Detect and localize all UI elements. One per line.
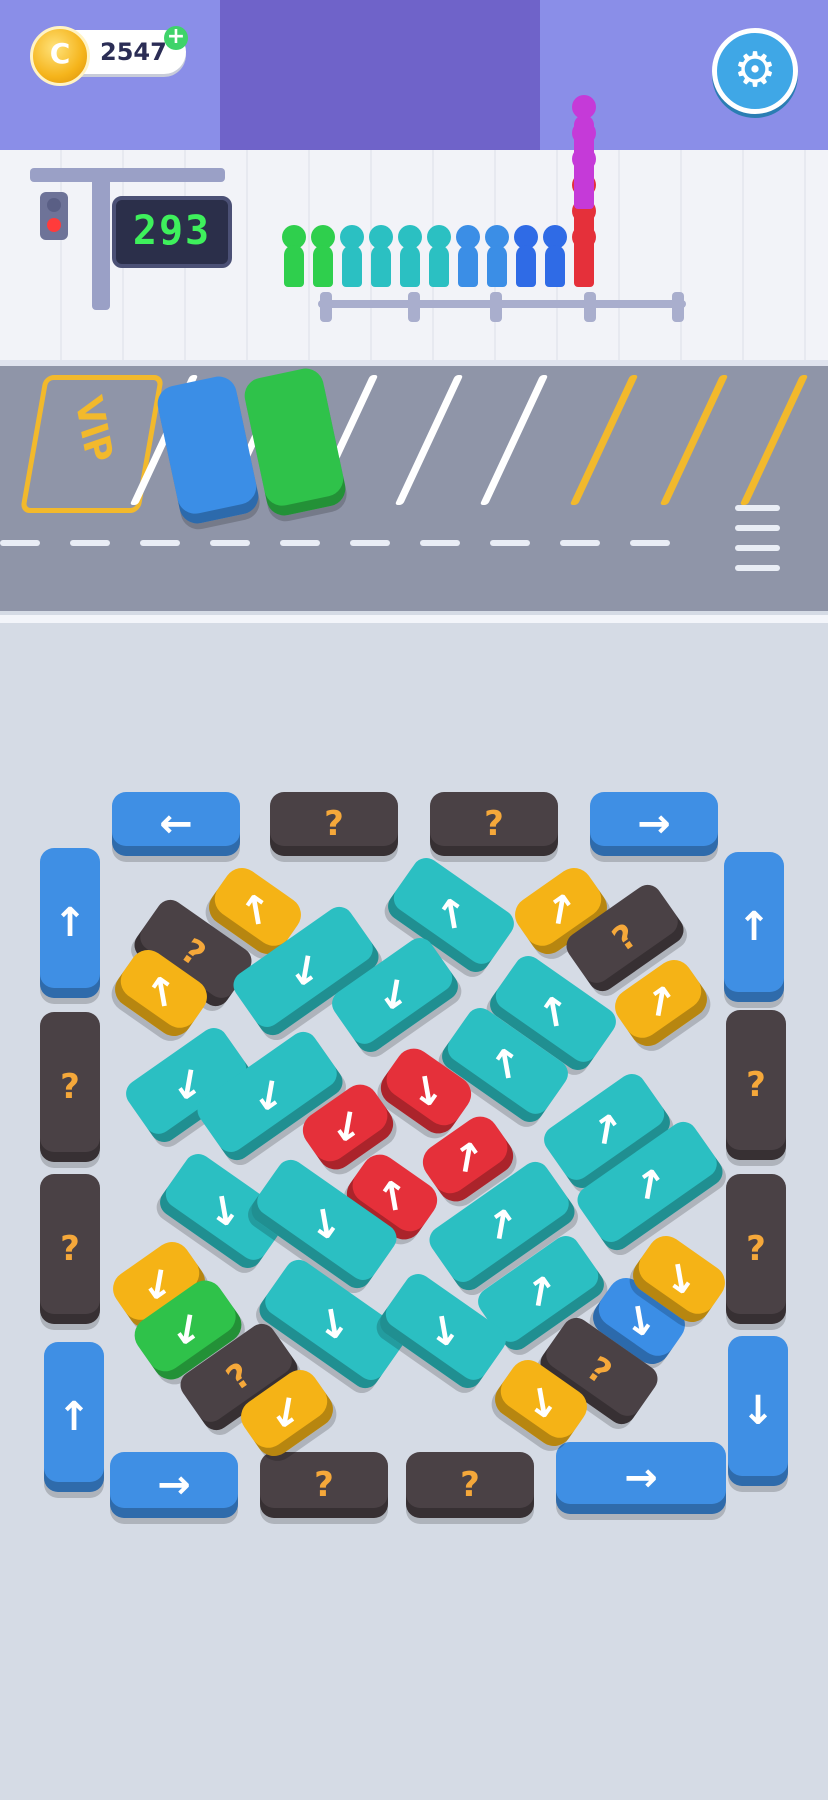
passenger-stacked [570,95,598,157]
bus-blue[interactable]: ↑ [724,852,784,1002]
lane-mark [735,565,780,571]
passenger-counter-value: 293 [132,208,212,254]
passenger [338,225,366,287]
lane-mark [210,540,250,546]
mystery-bus[interactable]: ? [270,792,398,856]
bus-blue[interactable]: → [590,792,718,856]
passenger [396,225,424,287]
mystery-bus[interactable]: ? [726,1010,786,1160]
railing-post [672,292,684,322]
mystery-bus[interactable]: ? [430,792,558,856]
lane-mark [70,540,110,546]
passenger [483,225,511,287]
lane-mark [420,540,460,546]
signal-pole [92,170,110,310]
bus-blue[interactable]: → [110,1452,238,1518]
add-coins-button[interactable]: + [164,26,188,50]
bus-blue[interactable]: → [556,1442,726,1514]
vip-label: VIP [66,391,120,470]
mystery-bus[interactable]: ? [260,1452,388,1518]
lane-mark [560,540,600,546]
traffic-light [40,192,68,240]
bus-blue[interactable]: ↑ [44,1342,104,1492]
mystery-bus[interactable]: ? [406,1452,534,1518]
signal-arm [30,168,225,182]
bus-blue[interactable]: ← [112,792,240,856]
queue-railing [318,300,686,308]
passenger [541,225,569,287]
mystery-bus[interactable]: ? [40,1012,100,1162]
lane-mark [350,540,390,546]
passenger [454,225,482,287]
lane-mark [735,505,780,511]
settings-button[interactable]: ⚙ [712,28,798,114]
lane-mark [490,540,530,546]
railing-post [320,292,332,322]
passenger [309,225,337,287]
railing-post [490,292,502,322]
mystery-bus[interactable]: ? [726,1174,786,1324]
gear-icon: ⚙ [733,42,777,98]
passenger [367,225,395,287]
lane-mark [140,540,180,546]
coin-balance: 2547 [100,38,167,66]
lane-mark [735,545,780,551]
passenger [425,225,453,287]
passenger-counter: 293 [112,196,232,268]
lane-mark [0,540,40,546]
mystery-bus[interactable]: ? [40,1174,100,1324]
bus-blue[interactable]: ↓ [728,1336,788,1486]
railing-post [408,292,420,322]
railing-post [584,292,596,322]
lane-mark [630,540,670,546]
lane-mark [280,540,320,546]
lane-mark [735,525,780,531]
bus-blue[interactable]: ↑ [40,848,100,998]
coin-icon: C [30,26,90,86]
passenger [512,225,540,287]
passenger [280,225,308,287]
